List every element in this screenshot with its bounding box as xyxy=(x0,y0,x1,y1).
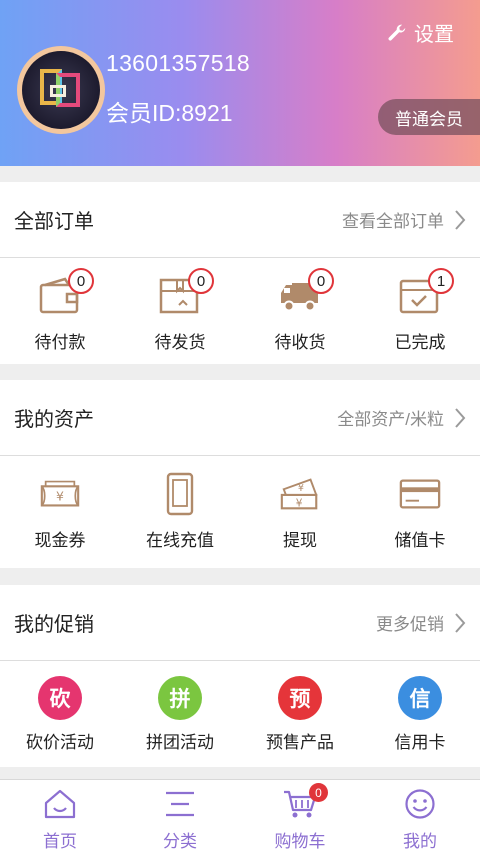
avatar[interactable] xyxy=(17,46,105,134)
svg-text:¥: ¥ xyxy=(298,483,304,494)
chevron-right-icon xyxy=(455,407,466,428)
user-phone: 13601357518 xyxy=(106,50,251,76)
chevron-right-icon xyxy=(455,209,466,230)
member-id: 会员ID:8921 xyxy=(106,100,233,126)
cash-voucher-icon: ¥ xyxy=(40,480,80,507)
view-all-orders-link[interactable]: 查看全部订单 xyxy=(342,207,466,232)
all-assets-label: 全部资产/米粒 xyxy=(337,410,444,429)
asset-online-recharge[interactable]: 在线充值 xyxy=(120,456,240,568)
promo-presale-label: 预售产品 xyxy=(266,733,334,752)
stored-card-icon xyxy=(399,479,441,509)
order-completed-label: 已完成 xyxy=(394,333,446,352)
bottom-tab-bar: 首页 分类 0 购物车 我的 xyxy=(0,779,480,853)
orders-section: 全部订单 查看全部订单 0 待付款 0 待发货 0 待收货 1 已完成 xyxy=(0,182,480,364)
asset-stored-card-label: 储值卡 xyxy=(394,531,446,550)
tab-category-label: 分类 xyxy=(163,832,197,851)
chevron-right-icon xyxy=(455,612,466,633)
assets-header: 我的资产 全部资产/米粒 xyxy=(0,380,480,456)
more-promotions-link[interactable]: 更多促销 xyxy=(376,610,466,635)
cart-count-badge: 0 xyxy=(309,783,328,802)
bargain-icon: 砍 xyxy=(38,676,82,720)
wrench-icon xyxy=(388,24,406,40)
orders-header: 全部订单 查看全部订单 xyxy=(0,182,480,258)
promotions-section: 我的促销 更多促销 砍 砍价活动 拼 拼团活动 预 预售产品 信 信用卡 xyxy=(0,585,480,767)
order-count-badge: 1 xyxy=(428,268,454,294)
phone-recharge-icon xyxy=(166,472,194,516)
promo-credit-card-label: 信用卡 xyxy=(394,733,446,752)
view-all-orders-label: 查看全部订单 xyxy=(342,212,444,231)
order-pending-payment-label: 待付款 xyxy=(34,333,86,352)
tab-profile[interactable]: 我的 xyxy=(360,780,480,853)
order-pending-receipt-label: 待收货 xyxy=(274,333,326,352)
group-buy-icon: 拼 xyxy=(158,676,202,720)
promo-group-buy[interactable]: 拼 拼团活动 xyxy=(120,661,240,767)
asset-online-recharge-label: 在线充值 xyxy=(146,531,214,550)
asset-cash-voucher-label: 现金券 xyxy=(34,531,86,550)
svg-text:¥: ¥ xyxy=(56,489,64,504)
tab-category[interactable]: 分类 xyxy=(120,780,240,853)
tab-home-label: 首页 xyxy=(43,832,77,851)
tab-cart[interactable]: 0 购物车 xyxy=(240,780,360,853)
asset-cash-voucher[interactable]: ¥ 现金券 xyxy=(0,456,120,568)
profile-icon xyxy=(405,789,435,819)
svg-text:¥: ¥ xyxy=(296,497,303,509)
order-count-badge: 0 xyxy=(68,268,94,294)
promo-bargain[interactable]: 砍 砍价活动 xyxy=(0,661,120,767)
all-assets-link[interactable]: 全部资产/米粒 xyxy=(337,405,466,430)
order-pending-receipt[interactable]: 0 待收货 xyxy=(240,258,360,364)
promo-credit-card[interactable]: 信 信用卡 xyxy=(360,661,480,767)
promo-bargain-label: 砍价活动 xyxy=(26,733,94,752)
settings-label: 设置 xyxy=(414,24,454,46)
order-completed[interactable]: 1 已完成 xyxy=(360,258,480,364)
tab-home[interactable]: 首页 xyxy=(0,780,120,853)
home-icon xyxy=(44,789,76,819)
member-level-badge[interactable]: 普通会员 xyxy=(378,99,480,135)
category-icon xyxy=(166,791,194,817)
order-pending-shipment[interactable]: 0 待发货 xyxy=(120,258,240,364)
assets-section: 我的资产 全部资产/米粒 ¥ 现金券 在线充值 ¥ ¥ 提现 储值卡 xyxy=(0,380,480,568)
order-pending-payment[interactable]: 0 待付款 xyxy=(0,258,120,364)
promotions-title: 我的促销 xyxy=(14,614,94,636)
settings-button[interactable]: 设置 xyxy=(386,18,454,47)
asset-stored-card[interactable]: 储值卡 xyxy=(360,456,480,568)
order-count-badge: 0 xyxy=(308,268,334,294)
profile-header: 13601357518 会员ID:8921 设置 普通会员 xyxy=(0,0,480,166)
credit-card-icon: 信 xyxy=(398,676,442,720)
promo-presale[interactable]: 预 预售产品 xyxy=(240,661,360,767)
more-promotions-label: 更多促销 xyxy=(376,615,444,634)
withdraw-icon: ¥ ¥ xyxy=(280,478,318,509)
promo-group-buy-label: 拼团活动 xyxy=(146,733,214,752)
order-count-badge: 0 xyxy=(188,268,214,294)
tab-profile-label: 我的 xyxy=(403,832,437,851)
order-pending-shipment-label: 待发货 xyxy=(154,333,206,352)
assets-title: 我的资产 xyxy=(14,409,94,431)
promotions-header: 我的促销 更多促销 xyxy=(0,585,480,661)
orders-title: 全部订单 xyxy=(14,211,94,233)
asset-withdraw[interactable]: ¥ ¥ 提现 xyxy=(240,456,360,568)
asset-withdraw-label: 提现 xyxy=(283,531,317,550)
tab-cart-label: 购物车 xyxy=(274,832,326,851)
presale-icon: 预 xyxy=(278,676,322,720)
